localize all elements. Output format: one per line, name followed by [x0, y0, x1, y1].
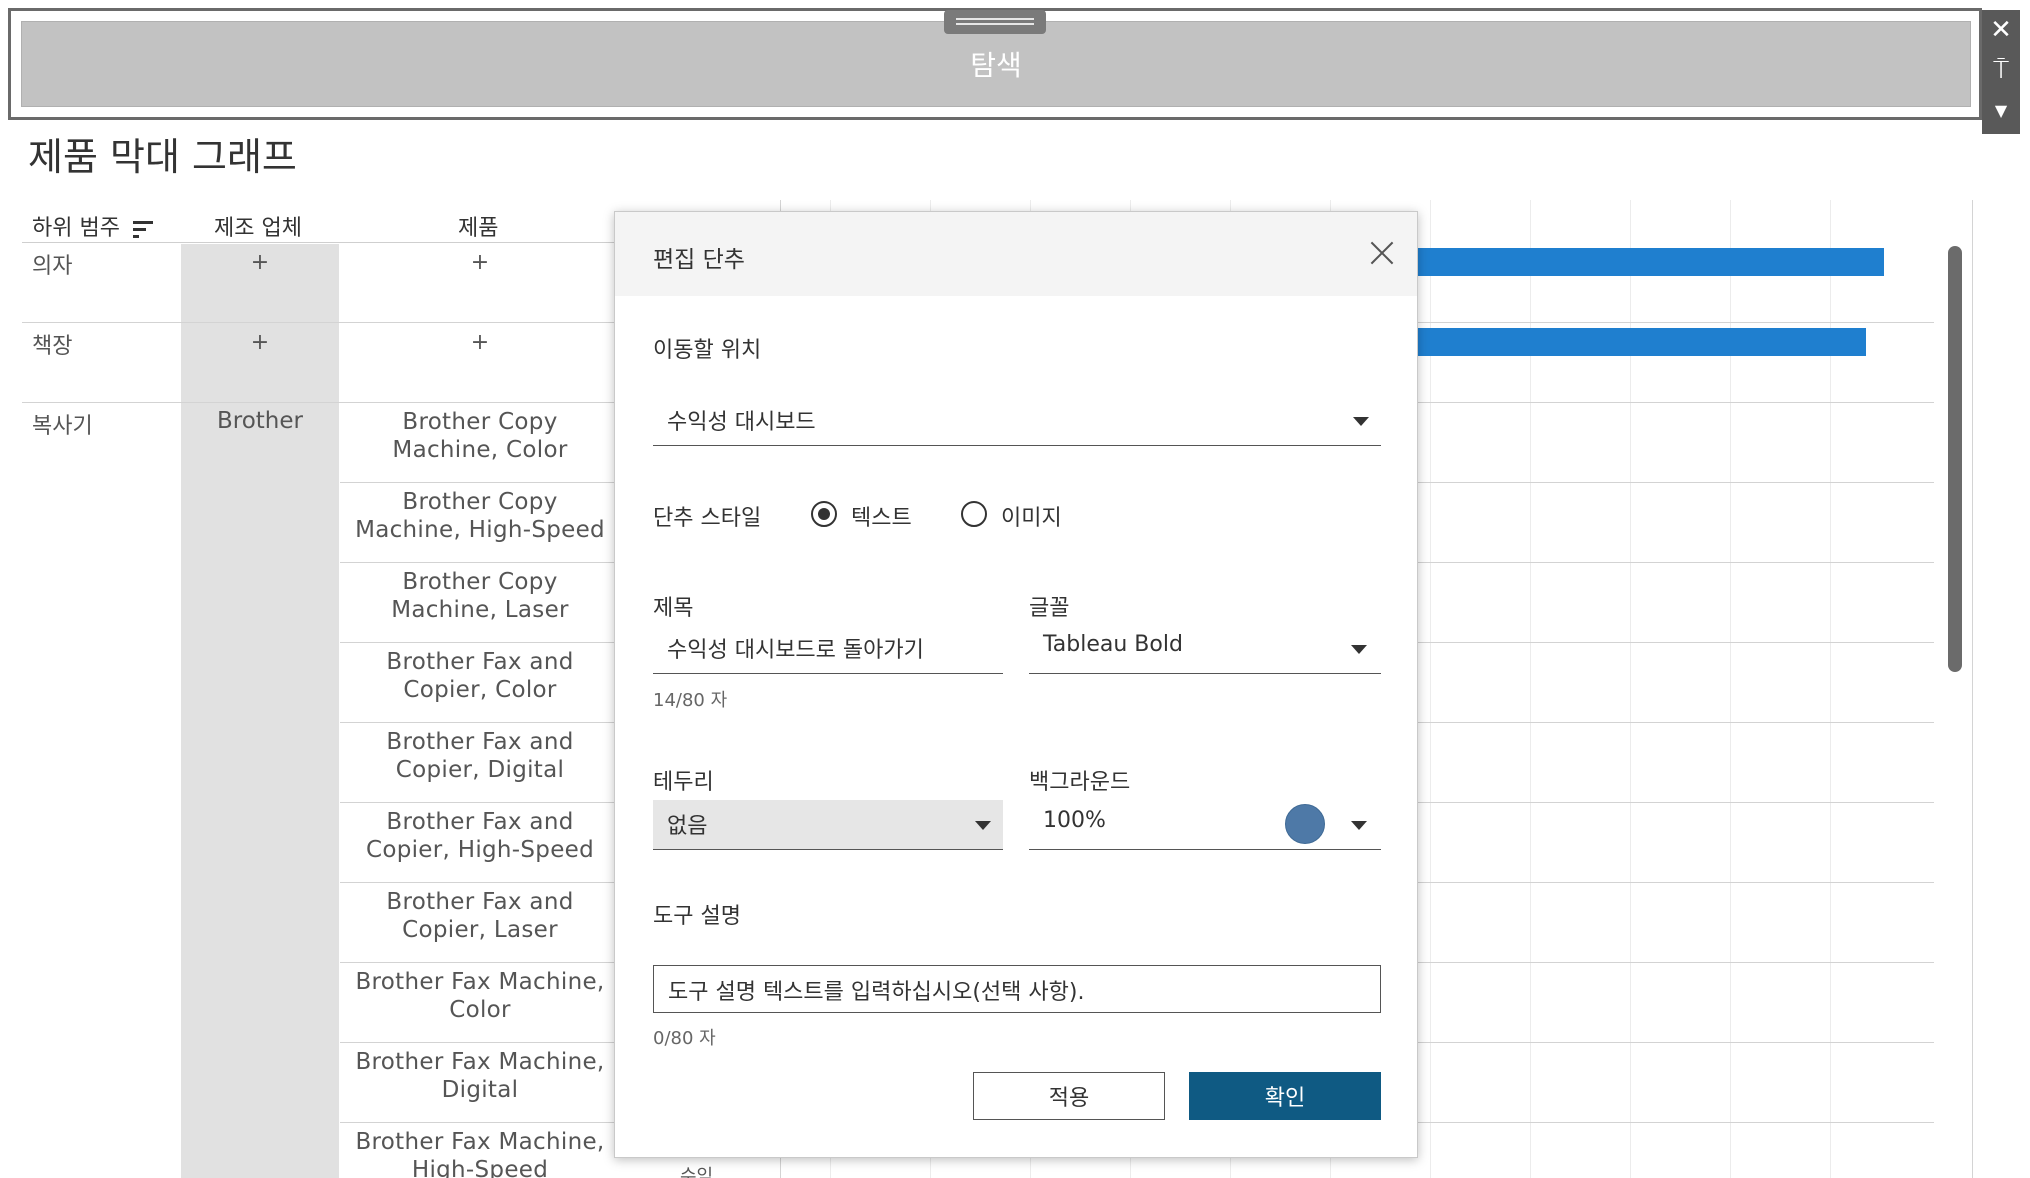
- product-label[interactable]: Brother Fax Machine, Digital: [340, 1048, 620, 1104]
- dialog-title: 편집 단추: [653, 247, 745, 273]
- style-image-radio[interactable]: [961, 501, 987, 527]
- sheet-title: 제품 막대 그래프: [28, 135, 297, 179]
- title-input-value: 수익성 대시보드로 돌아가기: [667, 638, 924, 663]
- navigate-to-value: 수익성 대시보드: [667, 410, 816, 435]
- chevron-down-icon: [1351, 645, 1367, 654]
- style-text-label[interactable]: 텍스트: [851, 500, 912, 532]
- product-label[interactable]: Brother Fax and Copier, High-Speed: [340, 808, 620, 864]
- category-chairs[interactable]: 의자: [32, 248, 72, 280]
- navigate-to-select[interactable]: 수익성 대시보드: [653, 396, 1381, 446]
- manufacturer-brother[interactable]: Brother: [181, 408, 339, 434]
- title-label: 제목: [653, 596, 694, 621]
- caret-down-icon[interactable]: ▼: [1982, 90, 2020, 130]
- title-char-count: 14/80 자: [653, 690, 728, 711]
- tooltip-label: 도구 설명: [653, 904, 741, 929]
- border-label: 테두리: [653, 770, 714, 795]
- navigation-button-label: 탐색: [970, 49, 1022, 82]
- title-input[interactable]: 수익성 대시보드로 돌아가기: [653, 624, 1003, 674]
- header-manufacturer[interactable]: 제조 업체: [214, 210, 302, 242]
- product-label[interactable]: Brother Copy Machine, High-Speed: [340, 488, 620, 544]
- dialog-header: 편집 단추: [615, 212, 1417, 296]
- header-sub-category-label: 하위 범주: [32, 216, 120, 241]
- tooltip-char-count: 0/80 자: [653, 1028, 716, 1049]
- background-select[interactable]: 100%: [1029, 800, 1381, 850]
- scrollbar-thumb[interactable]: [1948, 246, 1962, 672]
- chevron-down-icon: [1351, 821, 1367, 830]
- color-swatch[interactable]: [1285, 804, 1325, 844]
- apply-button[interactable]: 적용: [973, 1072, 1165, 1120]
- category-copiers[interactable]: 복사기: [32, 408, 93, 440]
- chevron-down-icon: [975, 821, 991, 830]
- vertical-scrollbar[interactable]: [1942, 240, 1968, 1178]
- product-label[interactable]: Brother Copy Machine, Color: [340, 408, 620, 464]
- product-label[interactable]: Brother Fax Machine, High-Speed: [340, 1128, 620, 1178]
- border-select[interactable]: 없음: [653, 800, 1003, 850]
- tooltip-placeholder: 도구 설명 텍스트를 입력하십시오(선택 사항).: [668, 980, 1085, 1005]
- ok-button[interactable]: 확인: [1189, 1072, 1381, 1120]
- button-style-label: 단추 스타일: [653, 506, 762, 531]
- font-value: Tableau Bold: [1043, 632, 1183, 657]
- expand-product-icon[interactable]: +: [460, 250, 500, 275]
- background-opacity-value: 100%: [1043, 808, 1106, 833]
- expand-manufacturer-icon[interactable]: +: [240, 330, 280, 355]
- category-bookcases[interactable]: 책장: [32, 328, 72, 360]
- drag-handle[interactable]: [944, 10, 1046, 34]
- object-toolbar: ✕ ⍑ ▼: [1982, 10, 2020, 134]
- header-sub-category[interactable]: 하위 범주: [32, 210, 155, 242]
- background-label: 백그라운드: [1029, 770, 1131, 795]
- product-label[interactable]: Brother Fax Machine, Color: [340, 968, 620, 1024]
- pane-border: [1972, 200, 1973, 1178]
- expand-manufacturer-icon[interactable]: +: [240, 250, 280, 275]
- close-icon[interactable]: [1365, 236, 1399, 270]
- dashboard-page: 탐색 ✕ ⍑ ▼ 제품 막대 그래프 하위 범주 제조 업체 제품 의자 + +…: [0, 0, 2030, 1178]
- font-label: 글꼴: [1029, 596, 1070, 621]
- manufacturer-column-band: [181, 244, 339, 1178]
- font-select[interactable]: Tableau Bold: [1029, 624, 1381, 674]
- style-text-radio[interactable]: [811, 501, 837, 527]
- pin-icon[interactable]: ⍑: [1982, 50, 2020, 90]
- tooltip-input[interactable]: 도구 설명 텍스트를 입력하십시오(선택 사항).: [653, 965, 1381, 1013]
- header-product[interactable]: 제품: [458, 210, 498, 242]
- chevron-down-icon: [1353, 417, 1369, 426]
- product-label[interactable]: Brother Fax and Copier, Laser: [340, 888, 620, 944]
- border-value: 없음: [667, 814, 708, 839]
- sort-icon[interactable]: [132, 219, 155, 239]
- product-label[interactable]: Brother Fax and Copier, Color: [340, 648, 620, 704]
- close-icon[interactable]: ✕: [1982, 10, 2020, 50]
- product-label[interactable]: Brother Fax and Copier, Digital: [340, 728, 620, 784]
- expand-product-icon[interactable]: +: [460, 330, 500, 355]
- product-label[interactable]: Brother Copy Machine, Laser: [340, 568, 620, 624]
- edit-button-dialog: 편집 단추 이동할 위치 수익성 대시보드 단추 스타일 텍스트 이미지 제목 …: [614, 211, 1418, 1158]
- style-image-label[interactable]: 이미지: [1001, 500, 1062, 532]
- navigate-to-label: 이동할 위치: [653, 338, 762, 363]
- partial-axis-label: 수익: [680, 1166, 714, 1178]
